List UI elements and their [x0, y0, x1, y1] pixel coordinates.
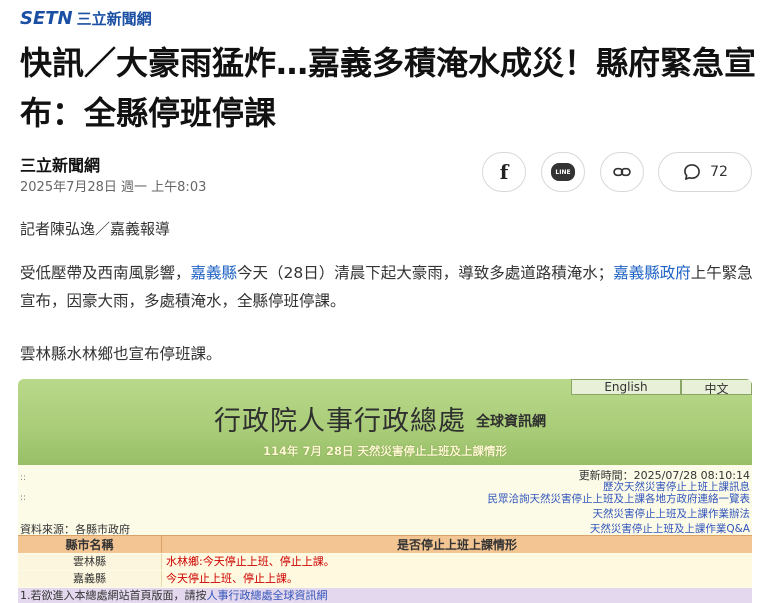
table-row: 雲林縣 水林鄉:今天停止上班、停止上課。 [18, 554, 752, 570]
article-date: 2025年7月28日 週一 上午8:03 [20, 180, 207, 195]
dgpa-link-contacts: 民眾洽詢天然災害停止上班及上課各地方政府連絡一覽表 [487, 493, 751, 505]
facebook-share-button[interactable]: f [482, 152, 526, 192]
footer-link: 人事行政總處全球資訊網 [206, 589, 328, 602]
decor-dots: :: [20, 493, 27, 503]
table-header-status: 是否停止上班上課情形 [396, 538, 517, 552]
lang-chinese-tab: 中文 [681, 379, 752, 396]
table-cell-status: 今天停止上班、停止上課。 [166, 572, 298, 585]
article-source[interactable]: 三立新聞網 [20, 152, 100, 176]
lang-english-tab: English [571, 379, 681, 395]
dgpa-link-rules: 天然災害停止上班及上課作業辦法 [592, 508, 751, 520]
logo-setn-text: SETN [20, 7, 73, 29]
link-icon [613, 167, 631, 177]
dgpa-footer-note: 1.若欲進入本總處網站首頁版面，請按人事行政總處全球資訊網 [18, 588, 752, 603]
table-cell-county: 雲林縣 [18, 554, 162, 570]
table-cell-county: 嘉義縣 [18, 571, 162, 587]
dgpa-date-line: 114年 7月 28日 天然災害停止上班及上課情形 [262, 444, 508, 458]
decor-dots: :: [20, 473, 27, 483]
article-byline: 記者陳弘逸／嘉義報導 [20, 220, 171, 238]
copy-link-button[interactable] [600, 152, 644, 192]
dgpa-title: 行政院人事行政總處 [214, 406, 466, 437]
table-header-county: 縣市名稱 [18, 536, 162, 553]
line-icon: LINE [551, 163, 575, 181]
chiayi-county-government-link[interactable]: 嘉義縣政府 [613, 264, 691, 282]
embedded-dgpa-screenshot: English 中文 行政院人事行政總處 全球資訊網 114年 7月 28日 天… [18, 379, 752, 603]
article-paragraph-1: 受低壓帶及西南風影響，嘉義縣今天（28日）清晨下起大豪雨，導致多處道路積淹水；嘉… [20, 259, 760, 315]
footer-text: 1.若欲進入本總處網站首頁版面，請按 [20, 589, 207, 602]
article-paragraph-2: 雲林縣水林鄉也宣布停班課。 [20, 345, 222, 363]
comment-button[interactable]: 72 [658, 152, 752, 192]
table-cell-status: 水林鄉:今天停止上班、停止上課。 [166, 555, 335, 568]
site-logo[interactable]: SETN 三立新聞網 [20, 7, 152, 29]
article-headline: 快訊／大豪雨猛炸…嘉義多積淹水成災！縣府緊急宣布：全縣停班停課 [20, 44, 757, 132]
paragraph-text: 今天（28日）清晨下起大豪雨，導致多處道路積淹水； [237, 264, 614, 282]
paragraph-text: 受低壓帶及西南風影響， [20, 264, 191, 282]
dgpa-subtitle: 全球資訊網 [476, 414, 546, 430]
comment-count: 72 [710, 164, 728, 180]
line-share-button[interactable]: LINE [541, 152, 585, 192]
chiayi-county-link[interactable]: 嘉義縣 [191, 264, 238, 282]
comment-icon [684, 164, 700, 180]
logo-sub-text: 三立新聞網 [76, 9, 152, 28]
table-row: 嘉義縣 今天停止上班、停止上課。 [18, 571, 752, 587]
dgpa-link-faq: 天然災害停止上班及上課作業Q&A [589, 523, 750, 535]
dgpa-table-header: 縣市名稱 是否停止上班上課情形 [18, 535, 752, 553]
facebook-icon: f [499, 160, 509, 184]
dgpa-banner: English 中文 行政院人事行政總處 全球資訊網 114年 7月 28日 天… [18, 379, 752, 465]
